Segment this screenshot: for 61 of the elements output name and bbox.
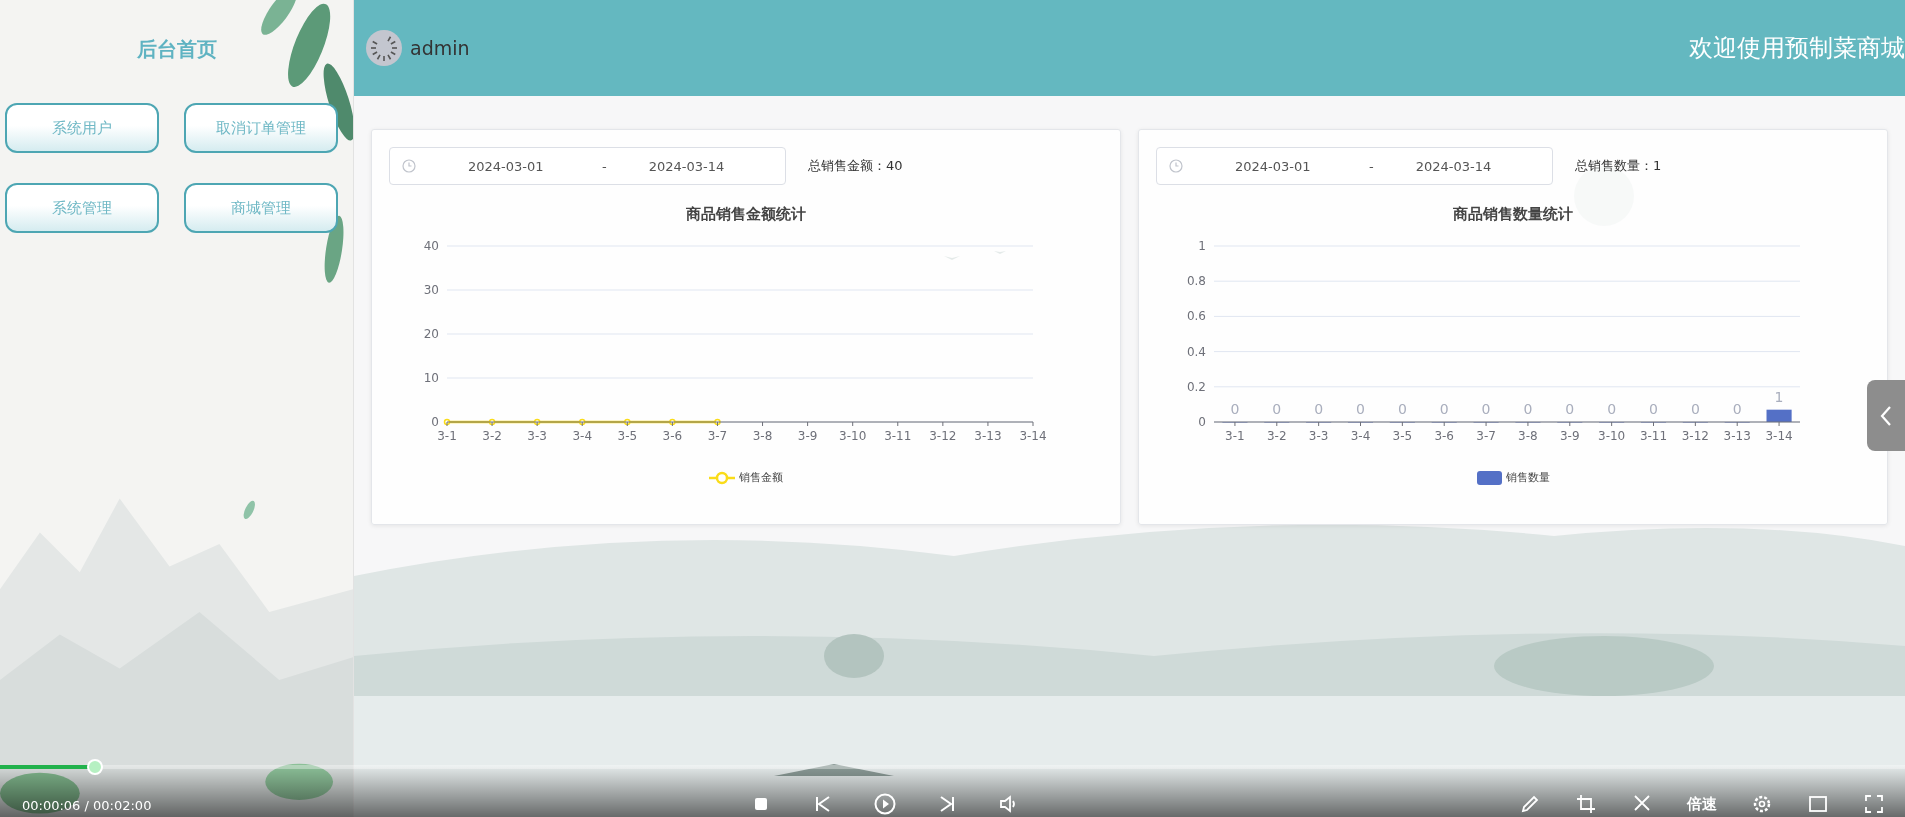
value-label: 0 — [1230, 401, 1240, 417]
value-label: 0 — [1356, 401, 1365, 417]
axis-label: 3-13 — [1723, 429, 1751, 443]
axis-label: 3-8 — [1518, 429, 1538, 443]
axis-label: 3-10 — [1598, 429, 1626, 443]
value-label: 0 — [1607, 401, 1617, 417]
axis-label: 3-1 — [437, 429, 457, 443]
value-label: 0 — [1397, 401, 1407, 417]
axis-label: 3-10 — [839, 429, 867, 443]
axis-label: 0.4 — [1186, 344, 1206, 359]
axis-label: 3-6 — [1434, 429, 1454, 443]
axis-label: 3-3 — [1308, 429, 1329, 443]
value-label: 1 — [1774, 388, 1784, 405]
axis-label: 30 — [423, 283, 439, 297]
axis-label: 0.6 — [1186, 309, 1206, 324]
axis-label: 3-12 — [1681, 429, 1709, 443]
value-label: 0 — [1439, 401, 1449, 417]
axis-label: 1 — [1198, 239, 1206, 253]
axis-label: 3-5 — [617, 429, 638, 443]
value-label: 0 — [1649, 401, 1658, 417]
axis-label: 3-4 — [1350, 429, 1371, 443]
axis-label: 20 — [423, 327, 439, 341]
value-label: 0 — [1314, 401, 1324, 417]
axis-label: 3-6 — [662, 429, 683, 443]
total-text: 总销售数量：1 — [1575, 157, 1662, 175]
value-label: 0 — [1732, 401, 1742, 417]
chart-title: 商品销售金额统计 — [685, 205, 807, 224]
axis-label: 3-12 — [929, 429, 957, 443]
axis-label: 40 — [423, 239, 439, 253]
axis-label: 3-9 — [1560, 429, 1580, 443]
axis-label: 3-9 — [797, 429, 818, 443]
axis-label: 3-1 — [1225, 429, 1245, 443]
value-label: 0 — [1565, 401, 1575, 417]
value-label: 0 — [1481, 401, 1491, 417]
axis-label: 3-2 — [1267, 429, 1287, 443]
axis-label: 3-3 — [527, 429, 547, 443]
axis-label: 3-4 — [572, 429, 593, 443]
legend-label: 销售金额 — [739, 470, 783, 485]
axis-label: 0.2 — [1186, 379, 1206, 394]
value-label: 0 — [1690, 401, 1700, 417]
axis-label: 3-13 — [974, 429, 1002, 443]
axis-label: 3-2 — [482, 429, 502, 443]
axis-label: 0 — [431, 415, 439, 429]
axis-label: 0 — [1198, 415, 1206, 429]
legend-label: 销售数量 — [1505, 470, 1550, 485]
user-name: admin — [410, 37, 470, 59]
welcome-text: 欢迎使用预制菜商城 — [1689, 33, 1905, 64]
chart-title: 商品销售数量统计 — [1452, 205, 1574, 224]
axis-label: 3-14 — [1019, 429, 1047, 443]
axis-label: 3-11 — [884, 429, 912, 443]
axis-label: 3-8 — [752, 429, 773, 443]
axis-label: 3-7 — [1476, 429, 1496, 443]
axis-label: 3-14 — [1765, 429, 1793, 443]
axis-label: 3-7 — [707, 429, 728, 443]
axis-label: 3-11 — [1639, 429, 1668, 443]
value-label: 0 — [1523, 401, 1533, 417]
axis-label: 0.8 — [1186, 274, 1206, 289]
total-text: 总销售金额：40 — [808, 157, 903, 175]
axis-label: 3-5 — [1392, 429, 1413, 443]
value-label: 0 — [1272, 401, 1282, 417]
axis-label: 10 — [423, 371, 439, 385]
